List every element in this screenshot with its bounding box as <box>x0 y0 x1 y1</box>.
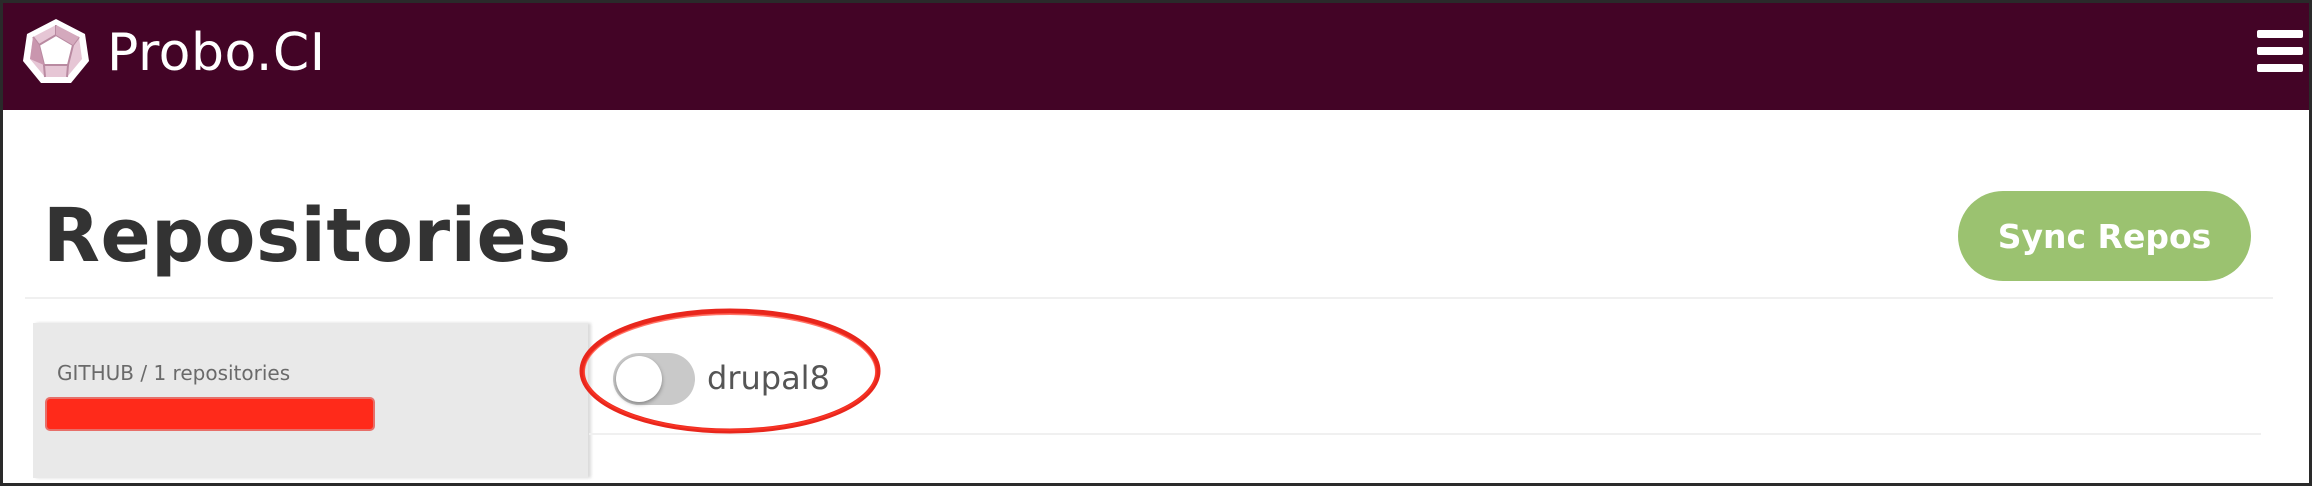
page-title: Repositories <box>43 193 572 279</box>
divider <box>589 433 2261 435</box>
redacted-account-name <box>47 399 373 429</box>
sync-repos-button[interactable]: Sync Repos <box>1958 191 2251 281</box>
divider <box>25 297 2273 299</box>
top-navigation-bar: Probo.CI <box>3 3 2309 110</box>
app-window: Probo.CI Repositories Sync Repos GITHUB … <box>0 0 2312 486</box>
repo-enable-toggle[interactable] <box>613 353 695 405</box>
hamburger-menu-icon[interactable] <box>2257 30 2303 72</box>
toggle-knob <box>616 356 662 402</box>
brand-name[interactable]: Probo.CI <box>107 22 326 84</box>
repo-name[interactable]: drupal8 <box>707 355 830 401</box>
github-source-panel[interactable]: GITHUB / 1 repositories <box>33 323 588 478</box>
probo-logo-icon[interactable] <box>21 17 91 87</box>
source-caption: GITHUB / 1 repositories <box>57 361 291 385</box>
